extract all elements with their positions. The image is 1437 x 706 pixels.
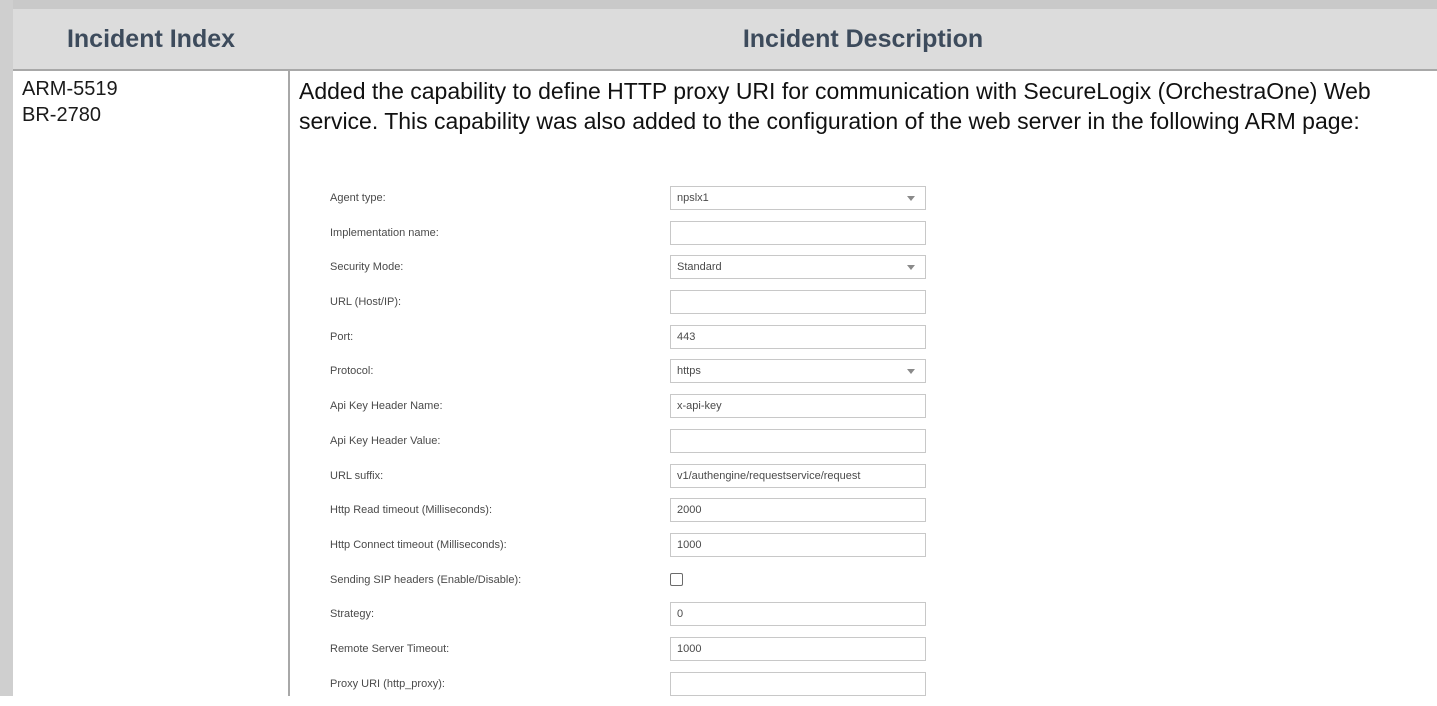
sending-sip-headers-checkbox[interactable] — [670, 572, 683, 586]
form-row: Proxy URI (http_proxy): — [320, 671, 940, 706]
chevron-down-icon — [907, 265, 915, 271]
field-label: Sending SIP headers (Enable/Disable): — [330, 573, 522, 586]
form-row: Implementation name: — [320, 220, 940, 256]
api-key-header-name-input[interactable]: x-api-key — [670, 394, 926, 419]
incident-description-text: Added the capability to define HTTP prox… — [299, 78, 1371, 134]
field-label: Port: — [330, 330, 354, 343]
chevron-down-icon — [907, 369, 915, 375]
table-top-border — [0, 0, 1437, 9]
form-row: Port: 443 — [320, 324, 940, 360]
form-row: Protocol: https — [320, 359, 940, 394]
url-suffix-input[interactable]: v1/authengine/requestservice/request — [670, 463, 926, 488]
implementation-name-input[interactable] — [670, 220, 926, 245]
protocol-select[interactable]: https — [670, 359, 926, 384]
http-read-timeout-input[interactable]: 2000 — [670, 498, 926, 523]
field-label: Implementation name: — [330, 226, 439, 239]
incident-id: BR-2780 — [22, 104, 101, 126]
field-label: Http Read timeout (Milliseconds): — [330, 504, 493, 517]
table-header-row: Incident Index Incident Description — [13, 9, 1437, 69]
select-value: Standard — [677, 261, 722, 274]
remote-server-timeout-input[interactable]: 1000 — [670, 636, 926, 661]
select-value: npslx1 — [677, 192, 709, 204]
form-row: Api Key Header Value: — [320, 428, 940, 464]
port-input[interactable]: 443 — [670, 324, 926, 349]
form-row: Sending SIP headers (Enable/Disable): — [320, 568, 940, 603]
http-connect-timeout-input[interactable]: 1000 — [670, 532, 926, 557]
select-value: https — [677, 365, 701, 378]
form-row: URL (Host/IP): — [320, 290, 940, 325]
form-row: Remote Server Timeout: 1000 — [320, 636, 940, 672]
header-incident-description: Incident Description — [742, 25, 984, 53]
field-label: Http Connect timeout (Milliseconds): — [330, 538, 507, 551]
form-row: Http Connect timeout (Milliseconds): 1000 — [320, 532, 940, 568]
field-label: Proxy URI (http_proxy): — [330, 677, 445, 690]
api-key-header-value-input[interactable] — [670, 428, 926, 453]
field-label: Security Mode: — [330, 261, 404, 274]
security-mode-select[interactable]: Standard — [670, 255, 926, 280]
form-row: URL suffix: v1/authengine/requestservice/… — [320, 463, 940, 499]
incident-index-cell: ARM-5519 BR-2780 — [22, 76, 118, 128]
form-row: Http Read timeout (Milliseconds): 2000 — [320, 498, 940, 533]
field-label: Agent type: — [330, 192, 386, 204]
web-server-config-form: Agent type: npslx1 Implementation name: Sec… — [320, 186, 940, 706]
field-label: URL suffix: — [330, 469, 384, 482]
field-label: Api Key Header Name: — [330, 400, 443, 413]
column-divider — [288, 69, 290, 696]
url-input[interactable] — [670, 290, 926, 315]
incident-id: ARM-5519 — [22, 78, 118, 100]
document-page: Incident Index Incident Description ARM-… — [0, 0, 1437, 696]
header-divider — [13, 69, 1437, 71]
chevron-down-icon — [907, 196, 915, 201]
table-left-border — [0, 0, 13, 696]
strategy-input[interactable]: 0 — [670, 602, 926, 627]
form-row: Strategy: 0 — [320, 602, 940, 637]
field-label: URL (Host/IP): — [330, 296, 402, 309]
form-row: Api Key Header Name: x-api-key — [320, 394, 940, 429]
agent-type-select[interactable]: npslx1 — [670, 186, 926, 210]
field-label: Api Key Header Value: — [330, 434, 441, 447]
proxy-uri-input[interactable] — [670, 671, 926, 696]
form-row: Security Mode: Standard — [320, 255, 940, 290]
header-incident-index: Incident Index — [66, 25, 236, 53]
field-label: Protocol: — [330, 365, 374, 378]
field-label: Strategy: — [330, 608, 375, 621]
form-row: Agent type: npslx1 — [320, 186, 940, 221]
field-label: Remote Server Timeout: — [330, 642, 450, 655]
